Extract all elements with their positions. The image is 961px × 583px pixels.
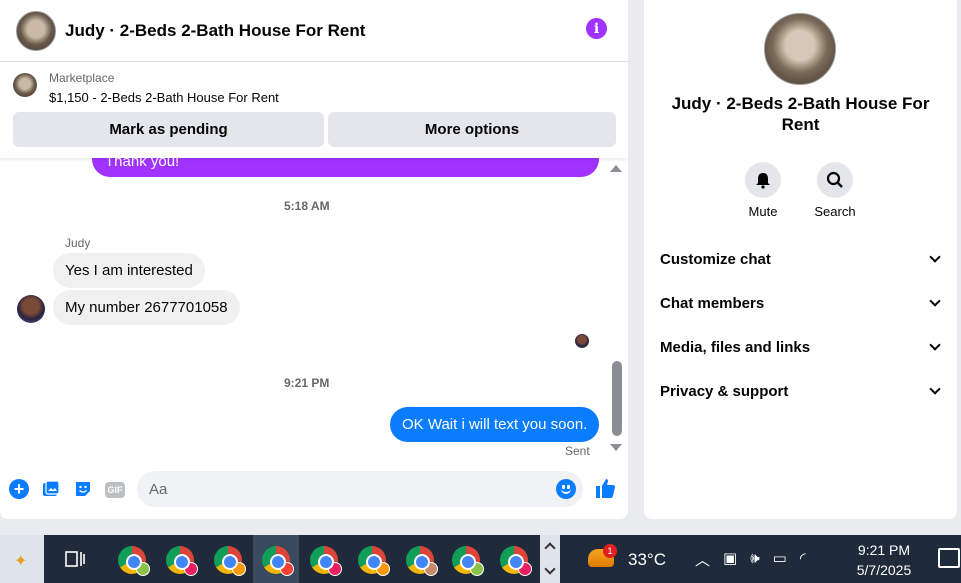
- conversation-title[interactable]: Judy · 2-Beds 2-Bath House For Rent: [65, 21, 365, 41]
- marketplace-actions: Mark as pending More options: [13, 112, 616, 147]
- chevron-down-icon: [929, 295, 941, 307]
- conversation-avatar-large[interactable]: [764, 13, 836, 85]
- message-list[interactable]: Thank you! 5:18 AM Judy Yes I am interes…: [0, 140, 608, 460]
- listing-thumbnail[interactable]: [13, 73, 37, 97]
- temperature: 33°C: [628, 550, 666, 569]
- copilot-button[interactable]: ✦: [0, 535, 44, 583]
- sender-avatar[interactable]: [17, 295, 45, 323]
- marketplace-label: Marketplace: [49, 71, 115, 85]
- message-input[interactable]: [137, 471, 583, 507]
- weather-widget[interactable]: 1 33°C: [565, 535, 685, 583]
- clock-time: 9:21 PM: [857, 542, 911, 558]
- info-panel-title: Judy · 2-Beds 2-Bath House For Rent: [671, 94, 930, 134]
- meet-now-icon[interactable]: ▣: [723, 549, 737, 569]
- chat-header: Judy · 2-Beds 2-Bath House For Rent i: [0, 0, 628, 62]
- chevron-down-icon: [929, 383, 941, 395]
- incoming-message[interactable]: My number 2677701058: [53, 290, 240, 325]
- incoming-message[interactable]: Yes I am interested: [53, 253, 205, 288]
- scroll-down-arrow[interactable]: [610, 444, 622, 451]
- chevron-down-icon[interactable]: [544, 563, 556, 575]
- search-icon[interactable]: [817, 162, 853, 198]
- marketplace-bar: Marketplace $1,150 - 2-Beds 2-Bath House…: [0, 62, 628, 158]
- chevron-down-icon: [929, 251, 941, 263]
- conversation-info-panel: Judy · 2-Beds 2-Bath House For Rent Mute…: [644, 0, 957, 519]
- info-icon[interactable]: i: [586, 18, 607, 39]
- conversation-avatar[interactable]: [16, 10, 56, 51]
- section-customize-chat[interactable]: Customize chat: [660, 237, 945, 281]
- photo-icon[interactable]: [41, 479, 61, 499]
- scrollbar-thumb[interactable]: [612, 361, 622, 436]
- chrome-icon[interactable]: [406, 546, 438, 576]
- thumbs-up-icon[interactable]: [595, 477, 617, 505]
- chevron-up-icon[interactable]: ︿: [695, 549, 710, 569]
- section-privacy-support[interactable]: Privacy & support: [660, 369, 945, 413]
- emoji-icon[interactable]: [556, 479, 576, 499]
- battery-icon[interactable]: ▭: [773, 549, 787, 569]
- mute-label: Mute: [748, 204, 778, 219]
- chrome-icon[interactable]: [500, 546, 532, 576]
- copilot-icon: ✦: [14, 553, 28, 570]
- sender-name: Judy: [65, 236, 91, 250]
- message-timestamp: 5:18 AM: [284, 199, 330, 213]
- windows-taskbar: ✦ 1 33°C ︿ ▣ 🕪 ▭ ◜ 9:21 PM 5/7/2025: [0, 535, 961, 583]
- system-clock[interactable]: 9:21 PM 5/7/2025: [846, 540, 922, 580]
- more-options-button[interactable]: More options: [328, 112, 616, 147]
- section-chat-members[interactable]: Chat members: [660, 281, 945, 325]
- outgoing-message[interactable]: OK Wait i will text you soon.: [390, 407, 600, 442]
- read-receipt-avatar: [575, 334, 589, 348]
- scroll-up-arrow[interactable]: [610, 165, 622, 172]
- weather-badge: 1: [603, 544, 617, 558]
- message-composer: + GIF: [0, 466, 628, 512]
- listing-title[interactable]: $1,150 - 2-Beds 2-Bath House For Rent: [49, 90, 279, 105]
- chrome-icon[interactable]: [214, 546, 246, 576]
- section-label: Privacy & support: [660, 382, 789, 400]
- clock-date: 5/7/2025: [856, 562, 912, 578]
- gif-icon[interactable]: GIF: [105, 479, 125, 499]
- sticker-icon[interactable]: [73, 479, 93, 499]
- section-label: Media, files and links: [660, 338, 811, 356]
- wifi-icon[interactable]: ◜: [800, 549, 806, 569]
- chevron-up-icon[interactable]: [544, 542, 556, 554]
- chrome-icon[interactable]: [358, 546, 390, 576]
- mute-button[interactable]: Mute: [728, 162, 798, 219]
- system-tray: ︿ ▣ 🕪 ▭ ◜: [695, 549, 806, 569]
- chrome-icon[interactable]: [310, 546, 342, 576]
- section-media-files-links[interactable]: Media, files and links: [660, 325, 945, 369]
- search-button[interactable]: Search: [800, 162, 870, 219]
- plus-icon[interactable]: +: [9, 479, 29, 499]
- taskbar-scroll[interactable]: [540, 535, 560, 583]
- bell-icon[interactable]: [745, 162, 781, 198]
- chrome-icon[interactable]: [262, 546, 294, 576]
- chrome-icon[interactable]: [118, 546, 150, 576]
- message-timestamp: 9:21 PM: [284, 376, 330, 390]
- chat-panel: Judy · 2-Beds 2-Bath House For Rent i Ma…: [0, 0, 628, 519]
- section-label: Chat members: [660, 294, 765, 312]
- section-label: Customize chat: [660, 250, 771, 268]
- task-view-icon[interactable]: [64, 549, 86, 569]
- volume-icon[interactable]: 🕪: [750, 549, 759, 569]
- notification-icon[interactable]: [938, 548, 960, 568]
- chevron-down-icon: [929, 339, 941, 351]
- mark-as-pending-button[interactable]: Mark as pending: [13, 112, 324, 147]
- chrome-icon[interactable]: [166, 546, 198, 576]
- message-status: Sent: [565, 444, 590, 458]
- chrome-icon[interactable]: [452, 546, 484, 576]
- search-label: Search: [814, 204, 856, 219]
